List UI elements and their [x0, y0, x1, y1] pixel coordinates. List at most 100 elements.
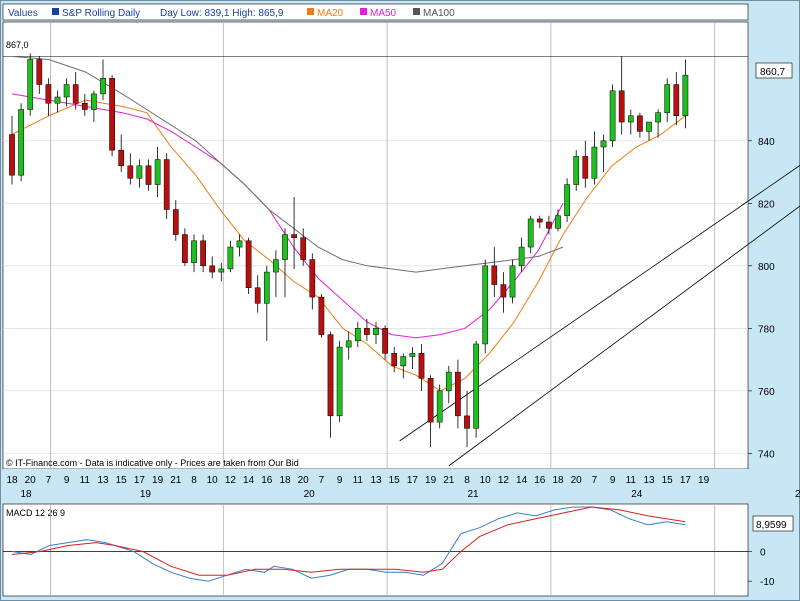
candle-body — [627, 115, 634, 123]
candle-body — [109, 78, 115, 151]
candle — [109, 75, 115, 157]
day-label: 25 — [795, 489, 800, 500]
candle-body — [172, 209, 179, 235]
candle-body — [391, 353, 398, 367]
hour-label: 12 — [225, 475, 237, 486]
candle-body — [418, 353, 425, 379]
instrument-label: S&P Rolling Daily — [62, 8, 140, 19]
candle — [336, 340, 343, 423]
candle-body — [364, 328, 370, 335]
hour-label: 12 — [498, 475, 510, 486]
legend-item-instrument: S&P Rolling Daily — [52, 8, 140, 19]
candle-body — [682, 74, 689, 117]
hour-label: 16 — [261, 475, 273, 486]
candle-body — [209, 265, 216, 273]
price-tick-label: 800 — [758, 262, 775, 273]
reference-level-label: 867,0 — [6, 40, 29, 50]
candle-body — [646, 121, 652, 132]
candle-body — [637, 115, 643, 132]
ma20-swatch — [307, 8, 314, 15]
candle-body — [664, 84, 671, 113]
candle-body — [427, 378, 434, 423]
macd-value: 8,9599 — [756, 520, 787, 531]
day-label: 24 — [631, 489, 643, 500]
ma50-swatch — [360, 8, 367, 15]
price-tick-label: 760 — [758, 387, 775, 398]
hour-label: 18 — [552, 475, 564, 486]
candle-body — [118, 149, 125, 167]
candle-body — [54, 96, 61, 104]
hour-label: 14 — [516, 475, 528, 486]
candle-body — [18, 109, 24, 176]
candle — [18, 103, 24, 182]
candle — [573, 150, 580, 191]
hour-label: 20 — [25, 475, 37, 486]
macd-tick-label: -10 — [760, 577, 775, 588]
candle-body — [600, 140, 607, 148]
candle-body — [282, 234, 288, 260]
price-tick-label: 840 — [758, 137, 775, 148]
candle-body — [618, 90, 625, 123]
hour-label: 13 — [370, 475, 382, 486]
candle-body — [300, 237, 307, 260]
candle-body — [336, 346, 343, 417]
candle-body — [482, 265, 489, 345]
ma100-label: MA100 — [423, 8, 455, 19]
candle-body — [200, 240, 206, 267]
candle-body — [445, 371, 452, 392]
candle-body — [464, 415, 470, 429]
price-tick-label: 740 — [758, 449, 775, 460]
candle-body — [245, 240, 252, 288]
hour-label: 21 — [443, 475, 455, 486]
candle — [609, 84, 616, 148]
candle-body — [63, 84, 70, 98]
stock-chart: Values S&P Rolling Daily Day Low: 839,1 … — [0, 0, 800, 601]
candle-body — [218, 268, 225, 273]
candle-body — [263, 271, 270, 304]
ma100-swatch — [413, 8, 420, 15]
instrument-swatch — [52, 8, 59, 15]
hour-label: 19 — [152, 475, 164, 486]
candle-body — [291, 234, 297, 238]
hour-label: 15 — [662, 475, 674, 486]
candle-body — [327, 334, 334, 417]
candle — [436, 384, 443, 429]
candle-body — [655, 112, 661, 123]
hour-label: 19 — [425, 475, 437, 486]
candle-body — [573, 156, 580, 185]
candle-body — [500, 284, 507, 298]
hour-label: 8 — [464, 475, 470, 486]
macd-tick-label: 0 — [760, 547, 766, 558]
hour-label: 7 — [319, 475, 325, 486]
candle-body — [182, 234, 188, 263]
candle-body — [36, 59, 43, 85]
data-disclaimer: © IT-Finance.com - Data is indicative on… — [6, 458, 299, 468]
hour-label: 18 — [6, 475, 18, 486]
candle-body — [536, 218, 543, 223]
candle-body — [564, 184, 570, 217]
price-tick-label: 780 — [758, 324, 775, 335]
candle-body — [309, 259, 316, 298]
candle-body — [400, 356, 407, 367]
candle-body — [136, 165, 143, 179]
hour-label: 7 — [46, 475, 52, 486]
candle-body — [546, 221, 552, 229]
day-label: 21 — [467, 489, 479, 500]
candle-body — [254, 287, 261, 304]
candle-body — [473, 343, 479, 429]
hour-label: 15 — [389, 475, 401, 486]
hour-label: 11 — [80, 475, 91, 486]
candle — [163, 153, 170, 219]
candle-body — [236, 240, 243, 248]
candle-body — [518, 246, 525, 267]
candle-body — [555, 215, 561, 229]
candle — [564, 178, 570, 223]
hour-label: 20 — [571, 475, 583, 486]
candle-body — [582, 156, 589, 179]
candle — [473, 340, 479, 438]
candle-body — [609, 90, 616, 142]
candle — [482, 259, 489, 354]
candle-body — [227, 246, 234, 270]
values-menu[interactable]: Values — [8, 8, 38, 19]
candle-body — [81, 103, 88, 110]
